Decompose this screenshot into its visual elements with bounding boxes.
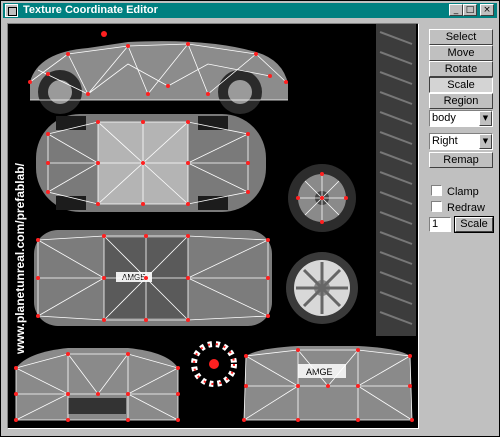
rotate-button[interactable]: Rotate <box>429 61 493 77</box>
car-top-view <box>36 114 266 212</box>
side-select-value: Right <box>432 135 458 147</box>
uv-mesh-view[interactable]: AMGE AMGE <box>8 24 419 429</box>
tire-tread-texture <box>376 24 416 336</box>
car-bottom-view: AMGE <box>34 230 272 326</box>
side-select[interactable]: Right ▼ <box>429 133 493 150</box>
part-select-value: body <box>432 112 456 124</box>
car-front-view <box>14 348 180 422</box>
car-side-view <box>28 31 288 114</box>
minimize-button[interactable]: _ <box>449 4 463 16</box>
move-button[interactable]: Move <box>429 45 493 61</box>
scale-value-input[interactable]: 1 <box>429 217 451 232</box>
scale-button[interactable]: Scale <box>429 77 493 93</box>
close-button[interactable]: × <box>480 4 494 16</box>
chevron-down-icon[interactable]: ▼ <box>479 111 492 126</box>
title-bar[interactable]: Texture Coordinate Editor _ □ × <box>3 3 497 18</box>
clamp-checkbox[interactable]: Clamp <box>431 185 479 199</box>
texture-editor-window: Texture Coordinate Editor _ □ × AMGE AMG… <box>0 0 500 437</box>
app-icon[interactable] <box>5 4 18 17</box>
remap-button[interactable]: Remap <box>429 152 493 168</box>
car-rear-view: AMGE <box>242 346 414 422</box>
wheel-texture-dark <box>288 164 356 232</box>
redraw-checkbox[interactable]: Redraw <box>431 201 485 215</box>
steering-wheel-texture <box>191 341 237 387</box>
redraw-label: Redraw <box>447 202 485 214</box>
redraw-checkbox-box[interactable] <box>431 201 442 212</box>
window-title: Texture Coordinate Editor <box>23 4 158 16</box>
clamp-checkbox-box[interactable] <box>431 185 442 196</box>
watermark-url: www.planetunreal.com/prefablab/ <box>13 163 27 354</box>
chevron-down-icon[interactable]: ▼ <box>479 134 492 149</box>
region-button[interactable]: Region <box>429 93 493 109</box>
wheel-texture-light <box>286 252 358 324</box>
apply-scale-button[interactable]: Scale <box>454 216 494 233</box>
select-button[interactable]: Select <box>429 29 493 45</box>
part-select[interactable]: body ▼ <box>429 110 493 127</box>
maximize-button[interactable]: □ <box>463 4 477 16</box>
clamp-label: Clamp <box>447 186 479 198</box>
uv-canvas[interactable]: AMGE AMGE www.planetunreal.com/prefablab… <box>7 23 419 429</box>
